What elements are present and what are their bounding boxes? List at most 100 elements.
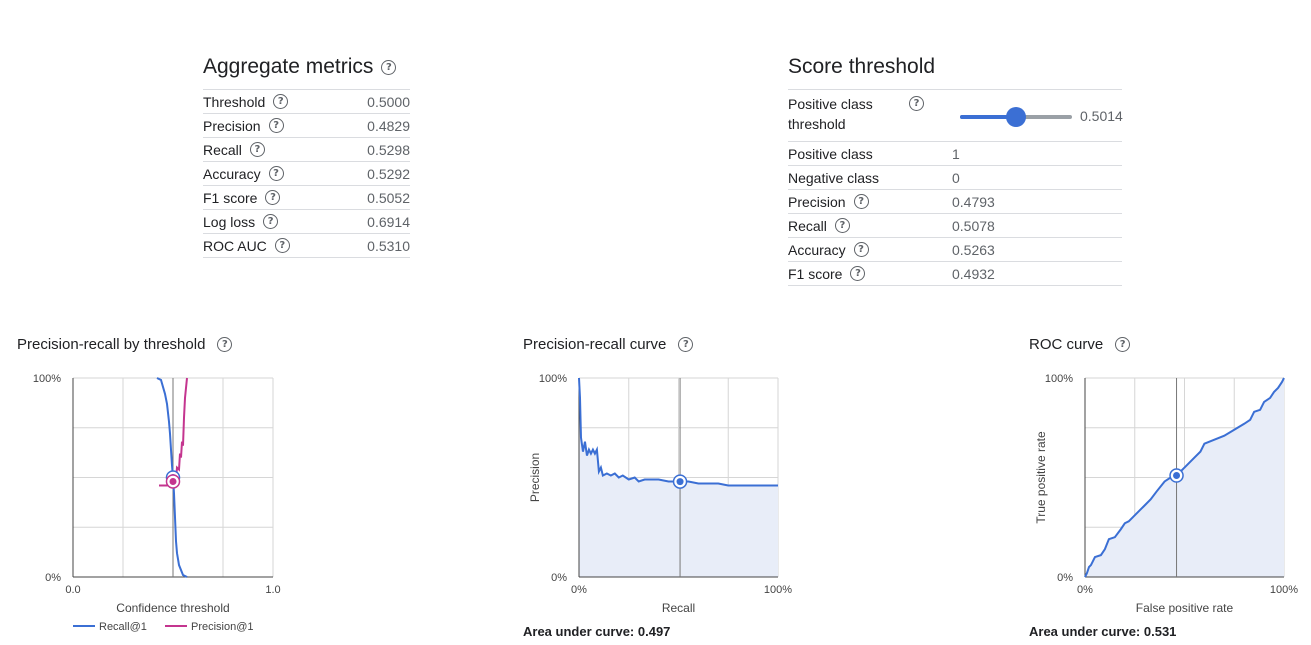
metric-label: Accuracy (788, 241, 846, 258)
pr-by-threshold-title: Precision-recall by threshold ? (17, 336, 233, 353)
roc-curve-chart: 100% 0% 0% 100% False positive rate True posi… (1034, 373, 1298, 615)
y-tick-label: 0% (551, 572, 567, 584)
threshold-marker-dot (676, 478, 684, 486)
metric-value: 0.5310 (323, 233, 410, 258)
roc-curve-title: ROC curve ? (1029, 336, 1131, 353)
y-tick-label: 0% (1057, 572, 1073, 584)
help-icon[interactable]: ? (678, 337, 694, 352)
metric-name: Precision? (788, 194, 952, 210)
metric-name: Recall? (203, 142, 323, 158)
metric-value: 0.5000 (323, 89, 410, 114)
metric-name: Positive class (788, 146, 952, 162)
metric-label: Precision (203, 117, 261, 134)
y-tick-label: 100% (33, 373, 61, 385)
metric-value: 0.4829 (323, 113, 410, 138)
help-icon[interactable]: ? (268, 118, 284, 133)
x-axis-label: Confidence threshold (116, 601, 229, 615)
help-icon[interactable]: ? (381, 59, 397, 75)
threshold-slider-value: 0.5014 (1080, 108, 1123, 124)
metric-name: Threshold? (203, 94, 323, 110)
metric-row: Precision? 0.4793 (788, 189, 1122, 214)
threshold-marker-dot (1173, 472, 1181, 480)
metric-value: 0.4793 (952, 189, 1122, 214)
legend-recall-label: Recall@1 (99, 621, 147, 633)
metric-name: ROC AUC? (203, 238, 323, 254)
metric-name: Recall? (788, 218, 952, 234)
threshold-marker-dot (169, 477, 177, 485)
metric-row: Threshold? 0.5000 (203, 89, 410, 114)
x-axis-label: False positive rate (1136, 601, 1234, 615)
help-icon[interactable]: ? (263, 214, 279, 229)
help-icon[interactable]: ? (853, 194, 869, 209)
metric-label: Accuracy (203, 165, 261, 182)
metric-row: ROC AUC? 0.5310 (203, 233, 410, 258)
metric-row: F1 score? 0.4932 (788, 261, 1122, 286)
metric-value: 1 (952, 141, 1122, 166)
metric-label: Precision (788, 193, 846, 210)
pr-by-threshold-chart: 100% 0% 0.0 1.0 Confidence threshold Recall@1… (33, 373, 281, 633)
metric-value: 0 (952, 165, 1122, 190)
x-tick-label: 100% (764, 584, 792, 596)
metric-row: Negative class 0 (788, 165, 1122, 190)
metric-label: F1 score (203, 189, 258, 206)
help-icon[interactable]: ? (853, 242, 869, 257)
pr-curve-title: Precision-recall curve ? (523, 336, 694, 353)
metric-row: Precision? 0.4829 (203, 113, 410, 138)
metric-row: Accuracy? 0.5263 (788, 237, 1122, 262)
legend-precision-label: Precision@1 (191, 621, 254, 633)
score-threshold-table: Positive class 1 Negative class 0 Precision?… (788, 141, 1122, 286)
pr-auc-text: Area under curve: 0.497 (523, 624, 671, 639)
metric-row: Log loss? 0.6914 (203, 209, 410, 234)
help-icon[interactable]: ? (850, 266, 866, 281)
help-icon[interactable]: ? (249, 142, 265, 157)
help-icon[interactable]: ? (268, 166, 284, 181)
metric-label: Positive class (788, 145, 873, 162)
x-tick-label: 0.0 (65, 584, 80, 596)
metric-value: 0.4932 (952, 261, 1122, 286)
metric-value: 0.6914 (323, 209, 410, 234)
help-icon[interactable]: ? (909, 96, 924, 111)
metric-value: 0.5263 (952, 237, 1122, 262)
aggregate-metrics-table: Threshold? 0.5000 Precision? 0.4829 Recall? 0… (203, 89, 410, 258)
pr-curve-chart: 100% 0% 0% 100% Recall Precision (528, 373, 792, 615)
aggregate-metrics-title: Aggregate metrics ? (203, 55, 397, 79)
help-icon[interactable]: ? (834, 218, 850, 233)
positive-class-threshold-row: Positive class threshold ? 0.5014 (788, 89, 1123, 142)
y-tick-label: 0% (45, 572, 61, 584)
metric-row: Recall? 0.5298 (203, 137, 410, 162)
x-tick-label: 0% (571, 584, 587, 596)
metric-name: F1 score? (203, 190, 323, 206)
metric-name: Precision? (203, 118, 323, 134)
metric-value: 0.5052 (323, 185, 410, 210)
y-tick-label: 100% (539, 373, 567, 385)
help-icon[interactable]: ? (273, 94, 289, 109)
y-tick-label: 100% (1045, 373, 1073, 385)
roc-auc-text: Area under curve: 0.531 (1029, 624, 1177, 639)
metric-label: Log loss (203, 213, 256, 230)
help-icon[interactable]: ? (1115, 337, 1131, 352)
threshold-slider-thumb[interactable] (1006, 107, 1027, 127)
metric-row: Recall? 0.5078 (788, 213, 1122, 238)
metric-label: Negative class (788, 169, 880, 186)
help-icon[interactable]: ? (217, 337, 233, 352)
x-tick-label: 0% (1077, 584, 1093, 596)
metric-name: F1 score? (788, 266, 952, 282)
metric-row: Positive class 1 (788, 141, 1122, 166)
metric-value: 0.5078 (952, 213, 1122, 238)
score-threshold-title: Score threshold (788, 55, 936, 78)
metric-label: F1 score (788, 265, 843, 282)
metric-row: F1 score? 0.5052 (203, 185, 410, 210)
metric-name: Accuracy? (788, 242, 952, 258)
metric-label: ROC AUC (203, 237, 267, 254)
metric-value: 0.5292 (323, 161, 410, 186)
metric-label: Threshold (203, 93, 266, 110)
metric-label: Recall (788, 217, 827, 234)
metric-name: Negative class (788, 170, 952, 186)
help-icon[interactable]: ? (265, 190, 281, 205)
positive-class-threshold-label: Positive class threshold (788, 96, 873, 132)
x-axis-label: Recall (662, 601, 695, 615)
y-axis-label: True positive rate (1034, 431, 1048, 524)
help-icon[interactable]: ? (274, 238, 290, 253)
y-axis-label: Precision (528, 453, 542, 502)
metric-value: 0.5298 (323, 137, 410, 162)
